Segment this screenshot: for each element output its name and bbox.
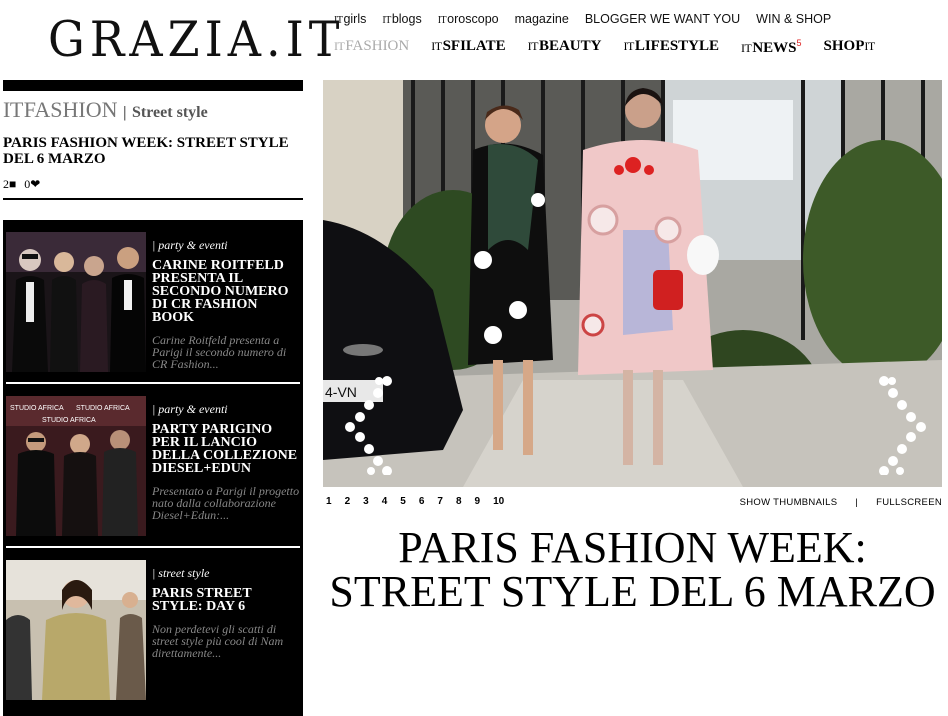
related-title[interactable]: CARINE ROITFELD PRESENTA IL SECONDO NUME… <box>152 259 300 325</box>
related-thumbnail[interactable] <box>6 232 146 372</box>
related-description: Carine Roitfeld presenta a Parigi il sec… <box>152 333 287 371</box>
nav-link-oroscopo[interactable]: IToroscopo <box>438 12 499 26</box>
comments-count[interactable]: 2■ <box>3 177 16 192</box>
likes-count[interactable]: 0❤ <box>24 177 40 192</box>
subsection-link[interactable]: Street style <box>132 104 208 121</box>
nav-main-sfilate[interactable]: ITSFILATE <box>431 38 505 57</box>
nav-main-news[interactable]: ITNEWS5 <box>741 38 802 57</box>
section-top-bar <box>3 80 303 91</box>
tools-separator: | <box>855 497 859 508</box>
related-thumbnail[interactable]: STUDIO AFRICA STUDIO AFRICA STUDIO AFRIC… <box>6 396 146 536</box>
divider <box>3 198 303 200</box>
nav-main-shop[interactable]: SHOPIT <box>824 38 876 57</box>
comment-icon: ■ <box>9 177 17 191</box>
related-category[interactable]: | street style <box>152 566 300 581</box>
related-description: Non perdetevi gli scatti di street style… <box>152 622 284 660</box>
show-thumbnails-button[interactable]: SHOW THUMBNAILS <box>740 497 838 508</box>
nav-main-lifestyle[interactable]: ITLIFESTYLE <box>623 38 719 57</box>
related-item[interactable]: | street style PARIS STREET STYLE: DAY 6… <box>6 556 300 710</box>
related-description: Presentato a Parigi il progetto nato dal… <box>152 484 300 522</box>
related-item[interactable]: | party & eventi CARINE ROITFELD PRESENT… <box>6 228 300 384</box>
backdrop-text: STUDIO AFRICA <box>76 405 130 412</box>
main-article-title: PARIS FASHION WEEK: STREET STYLE DEL 6 M… <box>329 523 936 616</box>
page-link-7[interactable]: 7 <box>437 496 443 507</box>
top-nav: ITgirls ITblogs IToroscopo magazine BLOG… <box>334 12 831 26</box>
nav-link-girls[interactable]: ITgirls <box>334 12 366 26</box>
main-nav: ITFASHION ITSFILATE ITBEAUTY ITLIFESTYLE… <box>334 38 876 57</box>
page-link-3[interactable]: 3 <box>363 496 369 507</box>
gallery-pagination: 1 2 3 4 5 6 7 8 9 10 <box>326 496 504 507</box>
related-title[interactable]: PARIS STREET STYLE: DAY 6 <box>152 587 300 614</box>
related-category[interactable]: | party & eventi <box>152 402 300 417</box>
related-thumbnail[interactable] <box>6 560 146 700</box>
page-link-4[interactable]: 4 <box>382 496 388 507</box>
related-title[interactable]: PARTY PARIGINO PER IL LANCIO DELLA COLLE… <box>152 423 300 476</box>
photo-gallery[interactable]: 4-VN <box>323 80 942 487</box>
article-stats: 2■ 0❤ <box>3 177 303 192</box>
nav-main-beauty[interactable]: ITBEAUTY <box>528 38 602 57</box>
related-item[interactable]: STUDIO AFRICA STUDIO AFRICA STUDIO AFRIC… <box>6 392 300 548</box>
nav-main-fashion[interactable]: ITFASHION <box>334 38 409 57</box>
nav-link-win-shop[interactable]: WIN & SHOP <box>756 12 831 26</box>
section-heading: ITFASHION | Street style <box>3 97 208 122</box>
heart-icon: ❤ <box>30 177 41 191</box>
page-link-8[interactable]: 8 <box>456 496 462 507</box>
chevron-left-icon <box>345 376 392 476</box>
nav-link-blogs[interactable]: ITblogs <box>382 12 421 26</box>
news-count-badge: 5 <box>796 38 802 48</box>
gallery-tools: SHOW THUMBNAILS | FULLSCREEN <box>740 497 942 508</box>
site-logo[interactable]: GRAZIA.IT <box>48 11 344 68</box>
backdrop-text: STUDIO AFRICA <box>42 417 96 424</box>
gallery-photo: 4-VN <box>323 80 942 487</box>
fullscreen-button[interactable]: FULLSCREEN <box>876 497 942 508</box>
nav-link-magazine[interactable]: magazine <box>515 12 569 26</box>
nav-link-blogger-we-want-you[interactable]: BLOGGER WE WANT YOU <box>585 12 740 26</box>
page-link-10[interactable]: 10 <box>493 496 504 507</box>
section-name[interactable]: FASHION <box>24 97 118 122</box>
page-link-9[interactable]: 9 <box>475 496 481 507</box>
left-column: ITFASHION | Street style PARIS FASHION W… <box>3 80 303 716</box>
article-title: PARIS FASHION WEEK: STREET STYLE DEL 6 M… <box>3 135 289 167</box>
page-link-1[interactable]: 1 <box>326 496 332 507</box>
page-link-2[interactable]: 2 <box>345 496 351 507</box>
related-articles: | party & eventi CARINE ROITFELD PRESENT… <box>3 220 303 716</box>
next-arrow[interactable] <box>866 375 936 476</box>
chevron-right-icon <box>879 376 926 476</box>
prev-arrow[interactable] <box>335 375 405 476</box>
page-link-5[interactable]: 5 <box>400 496 406 507</box>
backdrop-text: STUDIO AFRICA <box>10 405 64 412</box>
page-link-6[interactable]: 6 <box>419 496 425 507</box>
related-category[interactable]: | party & eventi <box>152 238 300 253</box>
